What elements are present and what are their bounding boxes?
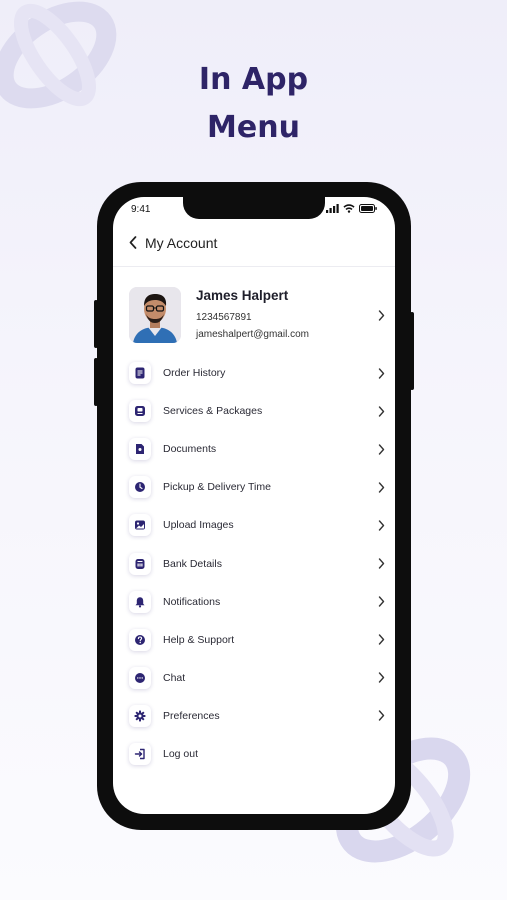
chat-icon [129,666,151,689]
menu-item-label: Preferences [163,709,220,722]
promo-title-line-1: In App [198,62,309,97]
volume-down-button [94,358,98,406]
chevron-right-icon [378,405,385,417]
menu-item-upload-images[interactable]: Upload Images [129,506,385,544]
menu-item-label: Bank Details [163,557,222,570]
document-icon [129,438,151,461]
profile-info: James Halpert 1234567891 jameshalpert@gm… [196,288,374,343]
menu-item-documents[interactable]: Documents [129,430,385,468]
profile-name: James Halpert [196,287,289,303]
profile-phone: 1234567891 [196,311,252,323]
volume-up-button [94,300,98,348]
menu-item-services-packages[interactable]: Services & Packages [129,392,385,430]
profile-card[interactable]: James Halpert 1234567891 jameshalpert@gm… [129,285,385,345]
menu-item-order-history[interactable]: Order History [129,354,385,392]
status-icons [326,204,377,213]
menu-item-label: Help & Support [163,633,235,646]
menu-item-log-out[interactable]: Log out [129,735,385,773]
menu-item-label: Upload Images [163,519,234,532]
promo-title-line-2: Menu [207,110,300,145]
status-time: 9:41 [131,204,151,215]
chevron-right-icon [378,520,385,531]
account-menu: Order History Services & Packages Docume… [129,354,385,773]
avatar [129,287,181,343]
menu-item-chat[interactable]: Chat [129,659,385,697]
page-title: My Account [145,234,218,251]
menu-item-label: Order History [163,367,226,380]
profile-email: jameshalpert@gmail.com [196,328,309,340]
chevron-right-icon [378,672,385,683]
power-button [410,312,414,390]
notch [183,197,325,219]
chevron-right-icon [378,444,385,455]
chevron-right-icon [378,558,385,569]
clock-icon [129,476,151,499]
menu-item-bank-details[interactable]: Bank Details [129,544,385,582]
menu-item-label: Services & Packages [163,405,263,418]
gear-icon [129,704,151,727]
menu-item-pickup-delivery-time[interactable]: Pickup & Delivery Time [129,468,385,506]
menu-item-help-support[interactable]: Help & Support [129,621,385,659]
chevron-right-icon [378,367,385,379]
bell-icon [129,590,151,613]
order-history-icon [129,362,151,385]
logout-icon [129,742,151,765]
menu-item-label: Log out [163,747,199,760]
wifi-icon [343,204,355,213]
chevron-right-icon [378,710,385,722]
menu-item-notifications[interactable]: Notifications [129,583,385,621]
menu-item-label: Notifications [163,595,221,608]
chevron-left-icon[interactable] [129,236,137,249]
menu-item-preferences[interactable]: Preferences [129,697,385,735]
phone-frame: 9:41 My Account James Halpert 1234567891… [94,182,414,830]
chevron-right-icon [378,596,385,607]
promo-title: In App Menu [0,56,507,152]
image-icon [129,514,151,537]
app-header: My Account [113,219,395,267]
menu-item-label: Chat [163,671,186,684]
chevron-right-icon [378,634,385,645]
chevron-right-icon [378,482,385,493]
help-icon [129,628,151,651]
menu-item-label: Pickup & Delivery Time [163,481,271,494]
battery-icon [359,204,377,213]
chevron-right-icon [378,309,385,321]
cellular-signal-icon [326,204,339,213]
bank-icon [129,552,151,575]
phone-screen: 9:41 My Account James Halpert 1234567891… [113,197,395,814]
package-icon [129,400,151,423]
menu-item-label: Documents [163,443,217,456]
